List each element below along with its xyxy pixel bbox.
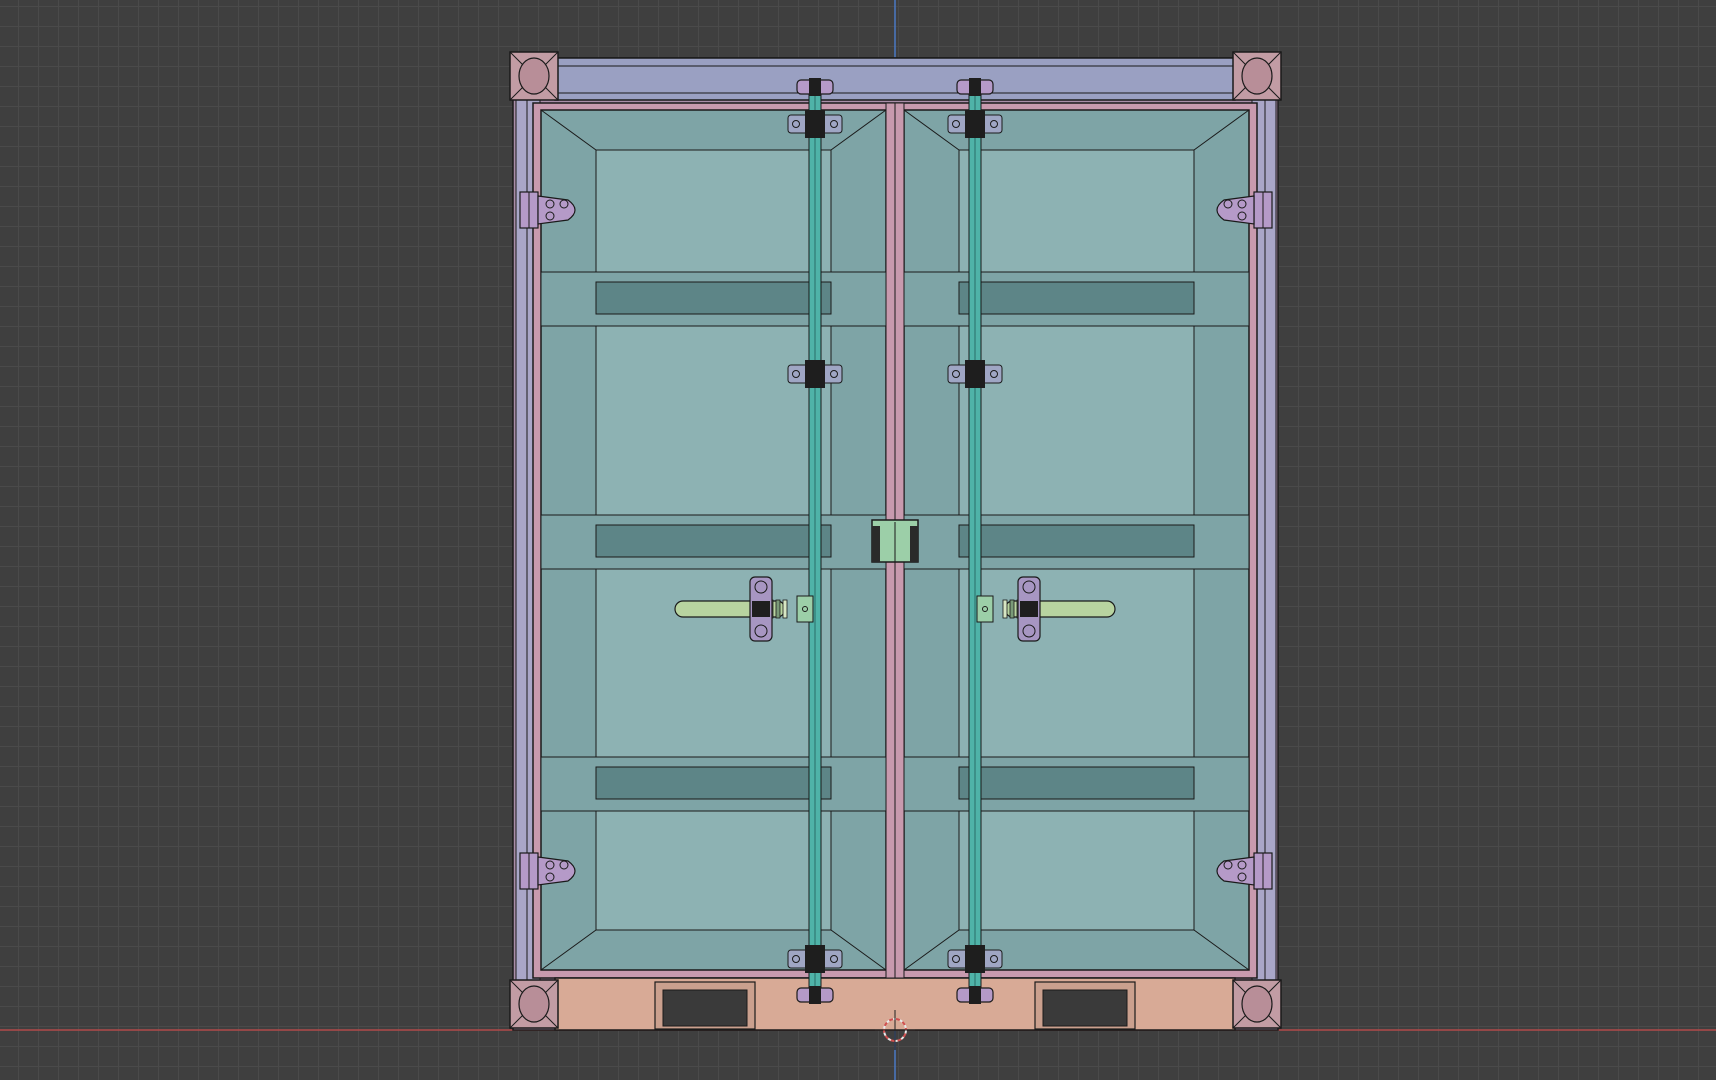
- center-keeper: [871, 519, 919, 563]
- 3d-viewport[interactable]: [0, 0, 1716, 1080]
- corner-casting: [1232, 51, 1282, 101]
- right-door[interactable]: [903, 109, 1250, 971]
- top-rail: [554, 57, 1236, 101]
- container-doors-model[interactable]: [0, 0, 1716, 1080]
- corner-casting: [1232, 979, 1282, 1029]
- corner-casting: [509, 51, 559, 101]
- left-door[interactable]: [540, 109, 887, 971]
- corner-casting: [509, 979, 559, 1029]
